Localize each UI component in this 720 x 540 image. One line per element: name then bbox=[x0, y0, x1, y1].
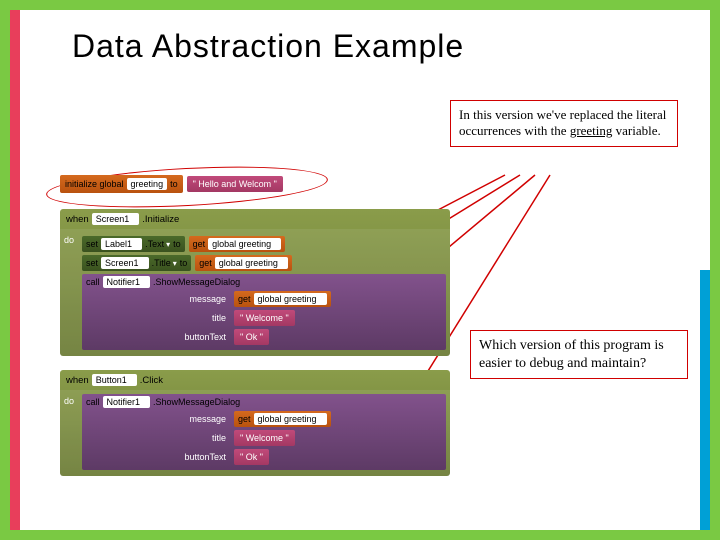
do-kw: do bbox=[64, 235, 74, 245]
event2-event: .Click bbox=[140, 375, 163, 386]
get-greeting-1: get global greeting bbox=[189, 236, 286, 252]
slot-title-1: title " Welcome " bbox=[166, 310, 442, 326]
event2-body: call Notifier1 .ShowMessageDialog messag… bbox=[60, 390, 450, 476]
do-kw2: do bbox=[64, 396, 74, 406]
set-label1: set Label1 .Text to bbox=[82, 236, 185, 252]
slot-buttontext-2: buttonText " Ok " bbox=[166, 449, 442, 465]
event1-head: when Screen1 .Initialize bbox=[60, 209, 450, 229]
set-row-label-text: set Label1 .Text to get global greeting bbox=[82, 236, 446, 252]
blocks-area: initialize global greeting to " Hello an… bbox=[60, 175, 460, 490]
slot-message-1: message get global greeting bbox=[166, 291, 442, 307]
slide: Data Abstraction Example In this version… bbox=[0, 0, 720, 540]
when-kw: when bbox=[66, 214, 89, 225]
get-greeting-2: get global greeting bbox=[195, 255, 292, 271]
init-global-block: initialize global greeting to " Hello an… bbox=[60, 175, 460, 193]
event2-head: when Button1 .Click bbox=[60, 370, 450, 390]
slot-buttontext-1: buttonText " Ok " bbox=[166, 329, 442, 345]
init-value: " Hello and Welcom " bbox=[187, 176, 283, 192]
call-notifier-2: call Notifier1 .ShowMessageDialog messag… bbox=[82, 394, 446, 470]
event1-body: set Label1 .Text to get global greeting … bbox=[60, 229, 450, 356]
annotation-bottom: Which version of this program is easier … bbox=[470, 330, 688, 379]
init-label: initialize global greeting to bbox=[60, 175, 183, 193]
event1-event: .Initialize bbox=[142, 214, 179, 225]
annot-top-underlined: greeting bbox=[570, 123, 613, 138]
annot-top-post: variable. bbox=[612, 123, 660, 138]
call-notifier-1: call Notifier1 .ShowMessageDialog messag… bbox=[82, 274, 446, 350]
set-screen1: set Screen1 .Title to bbox=[82, 255, 191, 271]
init-pre: initialize global bbox=[65, 179, 124, 189]
event-block-screen-init: when Screen1 .Initialize do set Label1 .… bbox=[60, 209, 450, 356]
when-kw2: when bbox=[66, 375, 89, 386]
init-var-name: greeting bbox=[127, 178, 168, 190]
event1-target: Screen1 bbox=[92, 213, 140, 225]
slot-title-2: title " Welcome " bbox=[166, 430, 442, 446]
event2-target: Button1 bbox=[92, 374, 137, 386]
event-block-button-click: when Button1 .Click do call Notifier1 .S… bbox=[60, 370, 450, 476]
annotation-top: In this version we've replaced the liter… bbox=[450, 100, 678, 147]
init-mid: to bbox=[170, 179, 178, 189]
get-greeting-4: get global greeting bbox=[234, 411, 331, 427]
slide-inner: Data Abstraction Example In this version… bbox=[30, 20, 690, 520]
page-title: Data Abstraction Example bbox=[72, 28, 690, 65]
set-row-screen-title: set Screen1 .Title to get global greetin… bbox=[82, 255, 446, 271]
slot-message-2: message get global greeting bbox=[166, 411, 442, 427]
get-greeting-3: get global greeting bbox=[234, 291, 331, 307]
